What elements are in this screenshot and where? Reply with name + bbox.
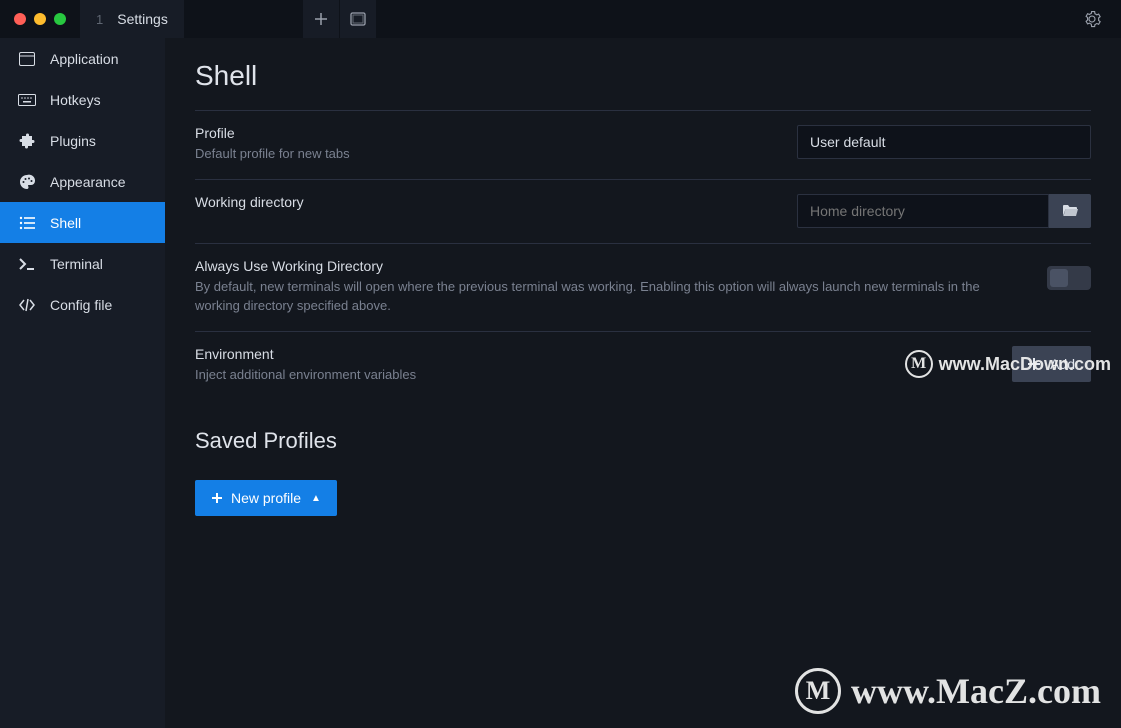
minimize-window-button[interactable] — [34, 13, 46, 25]
plus-icon — [314, 12, 328, 26]
profile-label: Profile — [195, 125, 777, 141]
sidebar-item-label: Appearance — [50, 174, 126, 190]
puzzle-icon — [18, 133, 36, 149]
page-title: Shell — [195, 60, 1091, 92]
tab-settings[interactable]: 1 Settings — [80, 0, 185, 38]
keyboard-icon — [18, 94, 36, 106]
gear-icon — [1083, 10, 1101, 28]
watermark-logo-icon: M — [905, 350, 933, 378]
watermark-macdown: M www.MacDown.com — [905, 350, 1111, 378]
sidebar-item-label: Config file — [50, 297, 112, 313]
sidebar-item-label: Application — [50, 51, 119, 67]
always-use-workdir-row: Always Use Working Directory By default,… — [195, 243, 1091, 331]
always-use-toggle[interactable] — [1047, 266, 1091, 290]
sidebar-item-config-file[interactable]: Config file — [0, 284, 165, 325]
maximize-window-button[interactable] — [54, 13, 66, 25]
watermark-logo-icon: M — [795, 668, 841, 714]
sidebar-item-terminal[interactable]: Terminal — [0, 243, 165, 284]
sidebar: Application Hotkeys Plugins Appearance S… — [0, 38, 165, 728]
environment-desc: Inject additional environment variables — [195, 366, 992, 385]
sidebar-item-appearance[interactable]: Appearance — [0, 161, 165, 202]
new-profile-label: New profile — [231, 490, 301, 506]
profile-select[interactable]: User default — [797, 125, 1091, 159]
close-window-button[interactable] — [14, 13, 26, 25]
main-content: Shell Profile Default profile for new ta… — [165, 38, 1121, 728]
new-profile-button[interactable]: New profile ▲ — [195, 480, 337, 516]
split-pane-button[interactable] — [340, 0, 376, 38]
terminal-icon — [18, 257, 36, 271]
watermark-text: www.MacDown.com — [939, 354, 1111, 375]
list-icon — [18, 216, 36, 230]
watermark-text: www.MacZ.com — [851, 670, 1101, 712]
window-icon — [18, 52, 36, 66]
sidebar-item-plugins[interactable]: Plugins — [0, 120, 165, 161]
sidebar-item-shell[interactable]: Shell — [0, 202, 165, 243]
folder-open-icon — [1062, 204, 1078, 217]
tab-label: Settings — [117, 11, 168, 27]
sidebar-item-application[interactable]: Application — [0, 38, 165, 79]
profile-row: Profile Default profile for new tabs Use… — [195, 110, 1091, 179]
settings-button[interactable] — [1073, 0, 1111, 38]
sidebar-item-hotkeys[interactable]: Hotkeys — [0, 79, 165, 120]
panes-icon — [350, 12, 366, 26]
sidebar-item-label: Terminal — [50, 256, 103, 272]
environment-label: Environment — [195, 346, 992, 362]
always-use-label: Always Use Working Directory — [195, 258, 1027, 274]
browse-folder-button[interactable] — [1049, 194, 1091, 228]
code-icon — [18, 298, 36, 312]
sidebar-item-label: Hotkeys — [50, 92, 101, 108]
working-directory-label: Working directory — [195, 194, 777, 210]
watermark-macz: M www.MacZ.com — [795, 668, 1101, 714]
titlebar: 1 Settings — [0, 0, 1121, 38]
new-tab-button[interactable] — [303, 0, 339, 38]
window-controls — [0, 13, 80, 25]
working-directory-row: Working directory — [195, 179, 1091, 243]
sidebar-item-label: Shell — [50, 215, 81, 231]
working-directory-input[interactable] — [797, 194, 1049, 228]
sidebar-item-label: Plugins — [50, 133, 96, 149]
tab-number: 1 — [96, 12, 103, 27]
plus-icon — [211, 492, 223, 504]
palette-icon — [18, 174, 36, 190]
always-use-desc: By default, new terminals will open wher… — [195, 278, 1027, 316]
tabbar-actions — [193, 0, 377, 38]
profile-desc: Default profile for new tabs — [195, 145, 777, 164]
profile-select-value: User default — [810, 134, 885, 150]
saved-profiles-title: Saved Profiles — [195, 428, 1091, 454]
caret-up-icon: ▲ — [311, 493, 321, 504]
